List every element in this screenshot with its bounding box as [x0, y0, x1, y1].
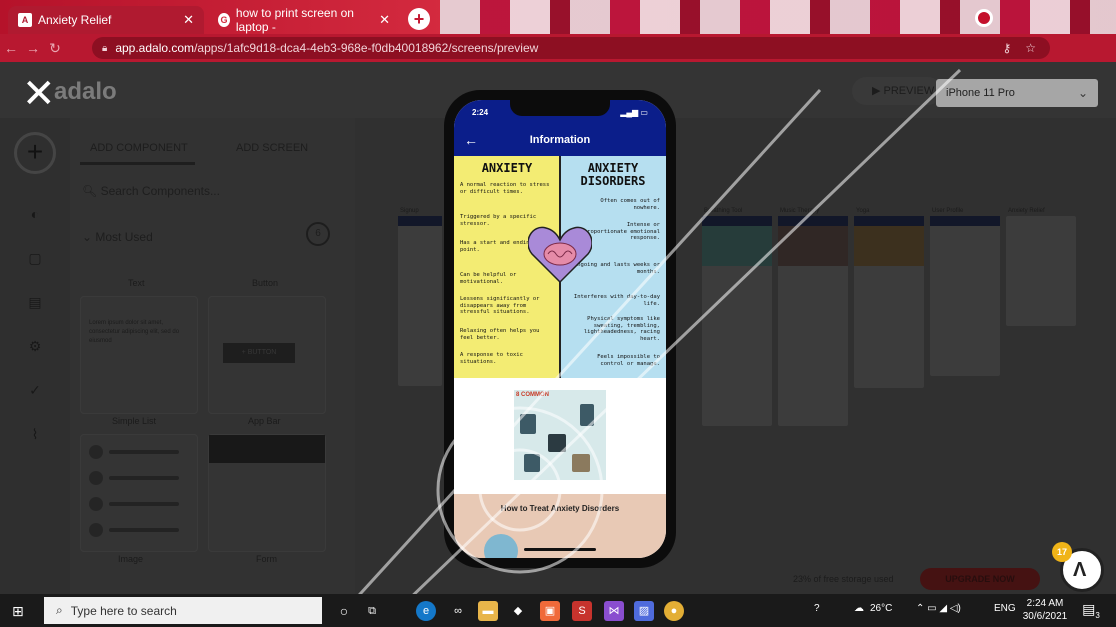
- back-icon[interactable]: ←: [0, 40, 22, 56]
- new-tab-button[interactable]: +: [408, 8, 430, 30]
- tab-print-screen[interactable]: G how to print screen on laptop - ✕: [208, 6, 400, 34]
- search-icon: ⌕: [56, 603, 63, 617]
- anxiety-heading: ANXIETY: [481, 161, 533, 175]
- windows-start-icon[interactable]: ⊞: [12, 603, 28, 619]
- url-path: /apps/1afc9d18-dca4-4eb3-968e-f0db400189…: [194, 41, 539, 55]
- tray-icons[interactable]: ⌃ ▭ ◢ ◁): [916, 603, 961, 614]
- store-icon[interactable]: ▨: [634, 601, 654, 621]
- notifications-icon[interactable]: ▤3: [1080, 601, 1102, 621]
- disorders-heading: ANXIETY DISORDERS: [580, 161, 646, 188]
- phone-frame: 2:24 ▂▄▆ ▭ ← Information ANXIETY A norma…: [444, 90, 676, 568]
- sublime-icon[interactable]: S: [572, 601, 592, 621]
- lock-icon: 🔒︎: [102, 42, 108, 54]
- key-icon[interactable]: ⚷: [1002, 41, 1011, 55]
- disorders-item: Often comes out of nowhere.: [600, 198, 660, 211]
- task-view-icon[interactable]: ⧉: [362, 601, 382, 621]
- anxiety-item: Relaxing often helps you feel better.: [460, 328, 540, 341]
- app-icon[interactable]: ▣: [540, 601, 560, 621]
- google-icon: G: [218, 13, 230, 27]
- treat-title: How to Treat Anxiety Disorders: [500, 504, 620, 513]
- taskbar-search[interactable]: ⌕ Type here to search: [44, 597, 322, 624]
- dropbox-icon[interactable]: ◆: [508, 601, 528, 621]
- file-explorer-icon[interactable]: ▬: [478, 601, 498, 621]
- cortana-icon[interactable]: ○: [334, 601, 354, 621]
- close-tab-icon[interactable]: ✕: [183, 12, 194, 28]
- tab-label: how to print screen on laptop -: [235, 6, 354, 34]
- url-host: app.adalo.com: [115, 41, 195, 55]
- status-time: 2:24: [472, 108, 489, 117]
- close-preview-icon[interactable]: ✕: [22, 74, 56, 114]
- close-tab-icon[interactable]: ✕: [379, 12, 390, 28]
- help-tray-icon[interactable]: ?: [814, 603, 820, 614]
- star-icon[interactable]: ☆: [1025, 41, 1036, 55]
- language[interactable]: ENG: [994, 603, 1016, 614]
- visual-studio-icon[interactable]: ⋈: [604, 601, 624, 621]
- browser-tab-bar: A Anxiety Relief ✕ G how to print screen…: [0, 0, 1116, 34]
- taskbar-search-placeholder: Type here to search: [70, 603, 177, 618]
- disorders-item: Physical symptoms like sweating, trembli…: [583, 316, 660, 342]
- clock-time: 2:24 AM: [1026, 598, 1064, 609]
- weather-icon: ☁: [854, 603, 864, 614]
- treat-illustration: [484, 534, 518, 558]
- tab-anxiety-relief[interactable]: A Anxiety Relief ✕: [8, 6, 204, 34]
- reload-icon[interactable]: ↻: [44, 40, 66, 57]
- phone-notch: [510, 100, 610, 116]
- image-caption: 8 COMMON: [516, 392, 549, 398]
- disorders-item: Interferes with day-to-day life.: [573, 294, 660, 307]
- phone-screen: 2:24 ▂▄▆ ▭ ← Information ANXIETY A norma…: [454, 100, 666, 558]
- url-field[interactable]: 🔒︎ app.adalo.com/apps/1afc9d18-dca4-4eb3…: [92, 37, 1050, 59]
- home-indicator[interactable]: [524, 548, 596, 551]
- anxiety-item: A response to toxic situations.: [460, 352, 523, 365]
- chrome-icon[interactable]: ●: [664, 601, 684, 621]
- adalo-help-icon: Λ: [1073, 559, 1087, 581]
- screen-title: Information: [529, 134, 591, 146]
- anxiety-item: Lessens significantly or disappears away…: [460, 296, 540, 315]
- clock[interactable]: 2:24 AM 30/6/2021: [1020, 597, 1070, 623]
- clock-date: 30/6/2021: [1022, 611, 1068, 622]
- address-bar: ← → ↻ 🔒︎ app.adalo.com/apps/1afc9d18-dca…: [0, 34, 1116, 90]
- brain-heart-icon: [528, 226, 592, 284]
- signal-icon: ▂▄▆ ▭: [620, 108, 648, 117]
- edge-icon[interactable]: e: [416, 601, 436, 621]
- theme-background: [440, 0, 1116, 34]
- disorders-illustration: 8 COMMON: [514, 390, 606, 480]
- common-disorders-image: 8 COMMON: [454, 378, 666, 494]
- disorders-item: Feels impossible to control or manage.: [597, 354, 660, 367]
- app-bar: ← Information: [454, 126, 666, 156]
- windows-taskbar: ⊞ ⌕ Type here to search ○ ⧉ e ∞ ▬ ◆ ▣ S …: [0, 594, 1116, 627]
- tab-label: Anxiety Relief: [38, 13, 112, 27]
- adalo-icon: A: [18, 13, 32, 27]
- anxiety-item: A normal reaction to stress or difficult…: [460, 182, 550, 195]
- help-count-badge: 17: [1052, 542, 1072, 562]
- forward-icon[interactable]: →: [22, 40, 44, 56]
- weather-temp: 26°C: [870, 603, 893, 614]
- extension-icon[interactable]: [975, 9, 993, 27]
- infinity-app-icon[interactable]: ∞: [448, 601, 468, 621]
